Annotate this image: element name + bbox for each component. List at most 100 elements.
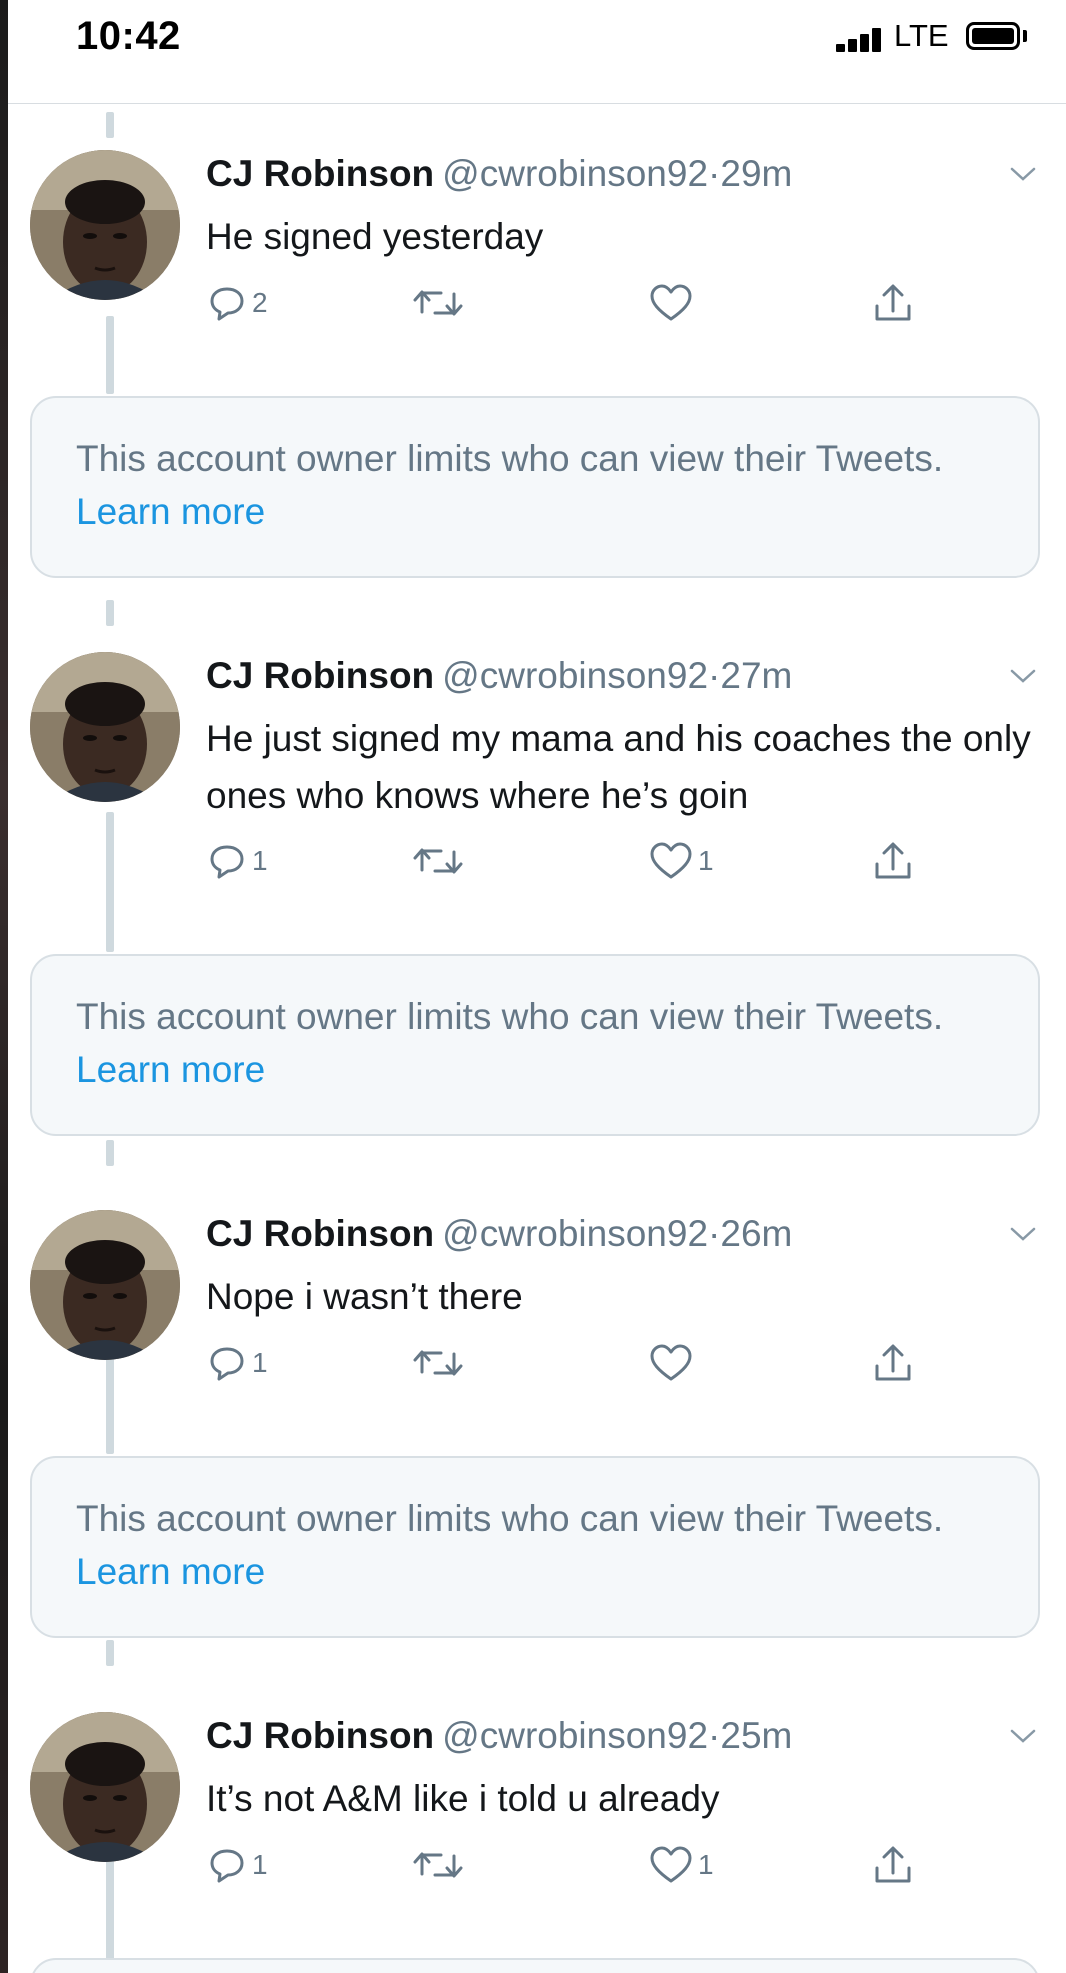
tweet-text: He signed yesterday: [206, 216, 544, 257]
tweet-header: CJ Robinson @cwrobinson92·25m: [206, 1714, 792, 1758]
reply-count: 2: [252, 287, 268, 318]
battery-tip: [1023, 30, 1027, 42]
retweet-button[interactable]: [411, 1840, 469, 1890]
like-button[interactable]: [648, 278, 698, 328]
network-type: LTE: [894, 18, 949, 53]
limited-account-notice-partial: [30, 1958, 1040, 1973]
reply-count: 1: [252, 845, 268, 876]
caret-down-icon[interactable]: [1008, 1726, 1038, 1746]
retweet-icon: [413, 1350, 463, 1376]
like-button[interactable]: 1: [648, 1840, 714, 1890]
tweet-text: It’s not A&M like i told u already: [206, 1778, 720, 1819]
learn-more-link[interactable]: Learn more: [76, 1551, 265, 1592]
learn-more-link[interactable]: Learn more: [76, 1049, 265, 1090]
thread-line: [106, 1640, 114, 1666]
retweet-icon: [413, 1852, 463, 1878]
separator-dot: ·: [708, 1715, 721, 1756]
retweet-button[interactable]: [411, 836, 469, 886]
tweet-text: He just signed my mama and his coaches t…: [206, 718, 1031, 816]
tweet-time[interactable]: 26m: [720, 1213, 792, 1254]
like-icon: [650, 842, 692, 879]
like-icon: [650, 1344, 692, 1381]
avatar[interactable]: [30, 1210, 180, 1360]
tweet-actions: 1 1: [206, 836, 926, 886]
share-button[interactable]: [871, 1840, 915, 1890]
wallpaper-edge: [0, 0, 8, 1973]
like-icon: [650, 284, 692, 321]
tweet-actions: 1: [206, 1338, 926, 1388]
caret-down-icon[interactable]: [1008, 1224, 1038, 1244]
reply-icon: [210, 845, 244, 879]
tweet-header: CJ Robinson @cwrobinson92·29m: [206, 152, 792, 196]
separator-dot: ·: [708, 1213, 721, 1254]
separator-dot: ·: [708, 655, 721, 696]
reply-button[interactable]: 1: [206, 836, 268, 886]
reply-button[interactable]: 2: [206, 278, 268, 328]
avatar[interactable]: [30, 652, 180, 802]
share-icon: [875, 1846, 911, 1883]
tweet-header: CJ Robinson @cwrobinson92·26m: [206, 1212, 792, 1256]
author-handle[interactable]: @cwrobinson92: [442, 1213, 708, 1254]
reply-button[interactable]: 1: [206, 1840, 268, 1890]
author-name[interactable]: CJ Robinson: [206, 1213, 434, 1254]
share-icon: [875, 284, 911, 321]
tweet[interactable]: CJ Robinson @cwrobinson92·27m He just sig…: [8, 652, 1066, 879]
tweet[interactable]: CJ Robinson @cwrobinson92·26m Nope i wasn…: [8, 1210, 1066, 1420]
share-button[interactable]: [871, 1338, 915, 1388]
screen: 10:42 LTE CJ Robinson @cwrobinson92·29m …: [8, 0, 1066, 1973]
limited-account-notice: This account owner limits who can view t…: [30, 1456, 1040, 1638]
learn-more-link[interactable]: Learn more: [76, 491, 265, 532]
tweet-text: Nope i wasn’t there: [206, 1276, 523, 1317]
tweet-time[interactable]: 29m: [720, 153, 792, 194]
tweet-time[interactable]: 27m: [720, 655, 792, 696]
thread-line: [106, 112, 114, 138]
caret-down-icon[interactable]: [1008, 666, 1038, 686]
like-button[interactable]: [648, 1338, 698, 1388]
retweet-button[interactable]: [411, 1338, 469, 1388]
author-handle[interactable]: @cwrobinson92: [442, 153, 708, 194]
tweet-header: CJ Robinson @cwrobinson92·27m: [206, 654, 792, 698]
like-count: 1: [698, 1849, 714, 1880]
limit-notice-text: This account owner limits who can view t…: [76, 1498, 944, 1539]
tweet[interactable]: CJ Robinson @cwrobinson92·25m It’s not A&…: [8, 1712, 1066, 1922]
retweet-icon: [413, 848, 463, 874]
tweet-actions: 2: [206, 278, 926, 328]
share-icon: [875, 842, 911, 879]
like-count: 1: [698, 845, 714, 876]
battery-icon: [966, 22, 1020, 50]
signal-icon: [836, 28, 886, 52]
retweet-button[interactable]: [411, 278, 469, 328]
like-button[interactable]: 1: [648, 836, 714, 886]
tweet-time[interactable]: 25m: [720, 1715, 792, 1756]
share-icon: [875, 1344, 911, 1381]
limited-account-notice: This account owner limits who can view t…: [30, 396, 1040, 578]
reply-button[interactable]: 1: [206, 1338, 268, 1388]
limited-account-notice: This account owner limits who can view t…: [30, 954, 1040, 1136]
limit-notice-text: This account owner limits who can view t…: [76, 438, 944, 479]
tweet-actions: 1 1: [206, 1840, 926, 1890]
author-handle[interactable]: @cwrobinson92: [442, 1715, 708, 1756]
caret-down-icon[interactable]: [1008, 164, 1038, 184]
avatar[interactable]: [30, 1712, 180, 1862]
separator-dot: ·: [708, 153, 721, 194]
reply-icon: [210, 287, 244, 321]
like-icon: [650, 1846, 692, 1883]
thread-line: [106, 1140, 114, 1166]
author-name[interactable]: CJ Robinson: [206, 153, 434, 194]
limit-notice-text: This account owner limits who can view t…: [76, 996, 944, 1037]
tweet[interactable]: CJ Robinson @cwrobinson92·29m He signed y…: [8, 150, 1066, 360]
status-bar: 10:42 LTE: [8, 0, 1066, 104]
reply-icon: [210, 1849, 244, 1883]
share-button[interactable]: [871, 836, 915, 886]
avatar[interactable]: [30, 150, 180, 300]
reply-icon: [210, 1347, 244, 1381]
phone-frame: 10:42 LTE CJ Robinson @cwrobinson92·29m …: [0, 0, 1066, 1973]
share-button[interactable]: [871, 278, 915, 328]
author-handle[interactable]: @cwrobinson92: [442, 655, 708, 696]
author-name[interactable]: CJ Robinson: [206, 655, 434, 696]
reply-count: 1: [252, 1347, 268, 1378]
author-name[interactable]: CJ Robinson: [206, 1715, 434, 1756]
thread-line: [106, 600, 114, 626]
status-time: 10:42: [76, 14, 181, 58]
retweet-icon: [413, 290, 463, 316]
